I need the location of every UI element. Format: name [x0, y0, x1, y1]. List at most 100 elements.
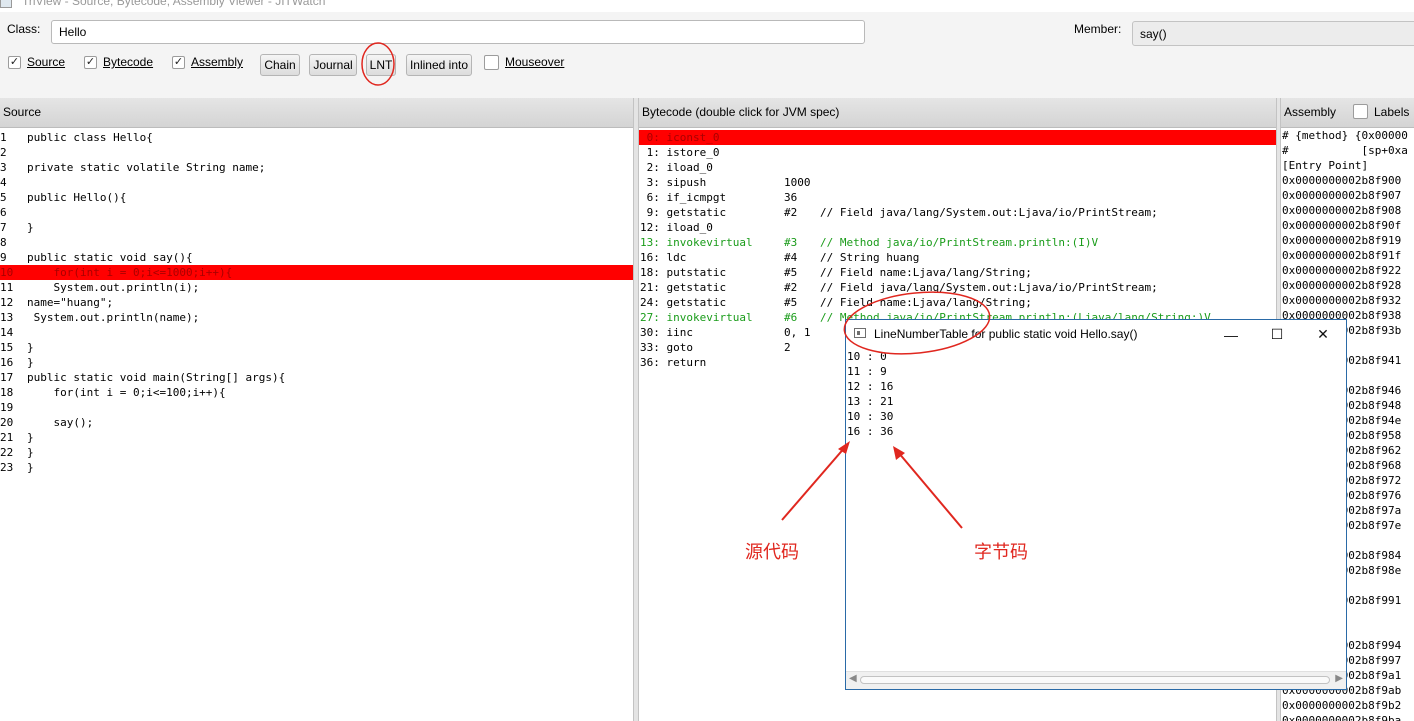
maximize-icon[interactable]: ☐	[1254, 320, 1300, 349]
scroll-left-icon[interactable]: ◀	[849, 673, 857, 684]
bytecode-panel-header: Bytecode (double click for JVM spec)	[639, 98, 1276, 128]
bytecode-checkbox[interactable]: ✓ Bytecode	[84, 54, 153, 70]
line-number: 15	[0, 341, 14, 354]
bytecode-line[interactable]: 9: getstatic #2 // Field java/lang/System.…	[639, 205, 1276, 220]
source-line[interactable]: 15}	[0, 340, 633, 355]
bytecode-line[interactable]: 16: ldc #4 // String huang	[639, 250, 1276, 265]
minimize-icon[interactable]: —	[1208, 320, 1254, 349]
source-line[interactable]: 18 for(int i = 0;i<=100;i++){	[0, 385, 633, 400]
source-line[interactable]: 5 public Hello(){	[0, 190, 633, 205]
horizontal-scrollbar[interactable]: ◀ ▶	[846, 671, 1346, 689]
member-label: Member:	[1074, 22, 1122, 36]
window-icon	[854, 328, 866, 338]
bytecode-arg: #2	[784, 281, 798, 294]
bytecode-arg: #5	[784, 296, 798, 309]
lnt-dialog-titlebar[interactable]: LineNumberTable for public static void H…	[846, 320, 1346, 349]
source-code-annotation: 源代码	[745, 542, 799, 563]
source-line[interactable]: 7}	[0, 220, 633, 235]
bytecode-line[interactable]: 0: iconst_0	[639, 130, 1276, 145]
journal-button[interactable]: Journal	[309, 54, 357, 76]
bytecode-line[interactable]: 18: putstatic #5 // Field name:Ljava/lang/…	[639, 265, 1276, 280]
source-line[interactable]: 2	[0, 145, 633, 160]
source-line[interactable]: 8	[0, 235, 633, 250]
source-line[interactable]: 20 say();	[0, 415, 633, 430]
source-line[interactable]: 22}	[0, 445, 633, 460]
source-panel[interactable]: 1 public class Hello{2 3 private static vol…	[0, 128, 633, 721]
mouseover-checkbox-label: Mouseover	[505, 55, 565, 69]
source-code-text: public static void main(String[] args){	[27, 371, 286, 384]
bytecode-line[interactable]: 2: iload_0	[639, 160, 1276, 175]
chain-button[interactable]: Chain	[260, 54, 300, 76]
bytecode-arg: #3	[784, 236, 798, 249]
inlined-into-button[interactable]: Inlined into	[406, 54, 472, 76]
bytecode-line[interactable]: 6: if_icmpgt 36	[639, 190, 1276, 205]
bytecode-arg: #4	[784, 251, 798, 264]
bytecode-line[interactable]: 12: iload_0	[639, 220, 1276, 235]
source-checkbox[interactable]: ✓ Source	[8, 54, 65, 70]
assembly-line: 0x0000000002b8f91f	[1282, 249, 1402, 262]
bytecode-arg: 1000	[784, 176, 811, 189]
line-number: 9	[0, 251, 7, 264]
source-line[interactable]: 10 for(int i = 0;i<=1000;i++){	[0, 265, 633, 280]
assembly-line: 0x0000000002b8f932	[1282, 294, 1402, 307]
line-number: 5	[0, 191, 7, 204]
source-line[interactable]: 14	[0, 325, 633, 340]
bytecode-line[interactable]: 13: invokevirtual #3 // Method java/io/Pri…	[639, 235, 1276, 250]
lnt-table: 10 : 0 11 : 9 12 : 16 13 : 21 10 : 30 16 : 36	[846, 349, 1346, 672]
line-number: 7	[0, 221, 7, 234]
source-line[interactable]: 19	[0, 400, 633, 415]
member-select[interactable]: say()	[1132, 21, 1414, 46]
source-line[interactable]: 4	[0, 175, 633, 190]
line-number: 21	[0, 431, 14, 444]
class-input[interactable]: Hello	[51, 20, 865, 44]
bytecode-line[interactable]: 24: getstatic #5 // Field name:Ljava/lang/…	[639, 295, 1276, 310]
assembly-line: # [sp+0xa	[1282, 144, 1408, 157]
bytecode-op: 30: iinc	[640, 326, 693, 339]
close-icon[interactable]: ✕	[1300, 320, 1346, 349]
bytecode-op: 2: iload_0	[640, 161, 713, 174]
bytecode-comment: // String huang	[820, 251, 920, 264]
bytecode-op: 21: getstatic	[640, 281, 727, 294]
source-line[interactable]: 17 public static void main(String[] args)…	[0, 370, 633, 385]
line-number: 3	[0, 161, 7, 174]
source-code-text: }	[27, 446, 34, 459]
line-number: 6	[0, 206, 7, 219]
lnt-dialog: LineNumberTable for public static void H…	[845, 319, 1347, 690]
source-line[interactable]: 13 System.out.println(name);	[0, 310, 633, 325]
source-line[interactable]: 3 private static volatile String name;	[0, 160, 633, 175]
lnt-row: 13 : 21	[847, 395, 894, 408]
source-line[interactable]: 1 public class Hello{	[0, 130, 633, 145]
source-code-text: for(int i = 0;i<=100;i++){	[27, 386, 226, 399]
bytecode-comment: // Field name:Ljava/lang/String;	[820, 266, 1032, 279]
lnt-button[interactable]: LNT	[366, 54, 396, 76]
source-code-text: say();	[27, 416, 94, 429]
bytecode-line[interactable]: 3: sipush 1000	[639, 175, 1276, 190]
mouseover-checkbox[interactable]: Mouseover	[484, 54, 564, 70]
bytecode-checkbox-label: Bytecode	[103, 55, 154, 69]
assembly-line: 0x0000000002b8f908	[1282, 204, 1402, 217]
lnt-row: 10 : 30	[847, 410, 894, 423]
source-line[interactable]: 12 name="huang";	[0, 295, 633, 310]
labels-checkbox[interactable]	[1353, 104, 1368, 119]
bytecode-annotation: 字节码	[974, 542, 1028, 563]
source-checkbox-label: Source	[27, 55, 66, 69]
source-code-text: }	[27, 356, 34, 369]
bytecode-op: 27: invokevirtual	[640, 311, 753, 324]
bytecode-op: 33: goto	[640, 341, 693, 354]
source-code-text: for(int i = 0;i<=1000;i++){	[27, 266, 233, 279]
source-line[interactable]: 23}	[0, 460, 633, 475]
source-check-icon: ✓	[8, 55, 21, 69]
line-number: 2	[0, 146, 7, 159]
bytecode-line[interactable]: 21: getstatic #2 // Field java/lang/System…	[639, 280, 1276, 295]
source-line[interactable]: 9 public static void say(){	[0, 250, 633, 265]
source-line[interactable]: 6	[0, 205, 633, 220]
lnt-row: 11 : 9	[847, 365, 887, 378]
bytecode-line[interactable]: 1: istore_0	[639, 145, 1276, 160]
window-titlebar: TriView - Source, Bytecode, Assembly Vie…	[0, 0, 1414, 12]
source-line[interactable]: 16}	[0, 355, 633, 370]
scrollbar-thumb[interactable]	[860, 676, 1330, 684]
source-line[interactable]: 11 System.out.println(i);	[0, 280, 633, 295]
source-line[interactable]: 21}	[0, 430, 633, 445]
scroll-right-icon[interactable]: ▶	[1335, 673, 1343, 684]
assembly-checkbox[interactable]: ✓ Assembly	[172, 54, 243, 70]
